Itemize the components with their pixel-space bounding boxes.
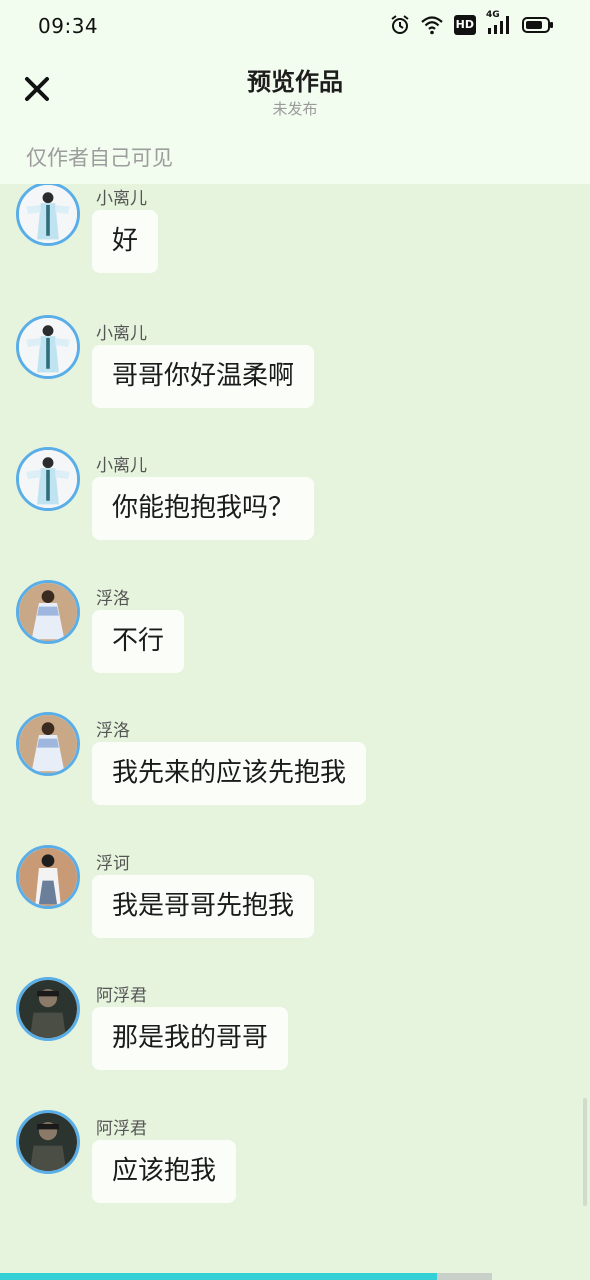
avatar[interactable] xyxy=(16,712,80,776)
avatar[interactable] xyxy=(16,845,80,909)
message-bubble[interactable]: 应该抱我 xyxy=(92,1140,237,1203)
4g-signal-icon: 4G xyxy=(486,10,512,36)
avatar[interactable] xyxy=(16,580,80,644)
status-bar: 09:34 HD 4G xyxy=(0,0,590,50)
scrollbar[interactable] xyxy=(583,1098,587,1206)
message-bubble[interactable]: 我先来的应该先抱我 xyxy=(92,742,367,805)
sender-name: 阿浮君 xyxy=(96,1119,147,1139)
message-bubble[interactable]: 哥哥你好温柔啊 xyxy=(92,345,315,408)
header: 预览作品 未发布 仅作者自己可见 xyxy=(0,50,590,184)
sender-name: 阿浮君 xyxy=(96,986,147,1006)
sender-name: 浮诃 xyxy=(96,854,130,874)
chat-list[interactable]: 小离儿 好 小离儿 哥哥你好温柔啊 小离儿 你能抱抱我吗？ 浮洛 不行 浮洛 我… xyxy=(0,184,590,1270)
avatar-image xyxy=(19,318,77,376)
avatar-image xyxy=(19,715,77,773)
sender-name: 小离儿 xyxy=(96,189,147,209)
avatar-image xyxy=(19,450,77,508)
avatar[interactable] xyxy=(16,315,80,379)
avatar-image xyxy=(19,1113,77,1171)
battery-icon xyxy=(522,17,553,33)
avatar-image xyxy=(19,848,77,906)
message-bubble[interactable]: 好 xyxy=(92,210,159,273)
avatar-image xyxy=(19,583,77,641)
avatar[interactable] xyxy=(16,447,80,511)
alarm-icon xyxy=(391,15,409,34)
avatar[interactable] xyxy=(16,977,80,1041)
visibility-note: 仅作者自己可见 xyxy=(26,146,173,170)
sender-name: 小离儿 xyxy=(96,324,147,344)
avatar[interactable] xyxy=(16,184,80,246)
sender-name: 小离儿 xyxy=(96,456,147,476)
message-bubble[interactable]: 那是我的哥哥 xyxy=(92,1007,289,1070)
status-time: 09:34 xyxy=(38,14,99,38)
message-bubble[interactable]: 不行 xyxy=(92,610,185,673)
sender-name: 浮洛 xyxy=(96,589,130,609)
progress-track xyxy=(437,1273,492,1280)
progress-bar xyxy=(0,1273,590,1280)
page-title: 预览作品 xyxy=(247,68,343,96)
publish-status: 未发布 xyxy=(272,100,318,118)
wifi-icon xyxy=(420,16,443,35)
avatar-image xyxy=(19,185,77,243)
sender-name: 浮洛 xyxy=(96,721,130,741)
message-bubble[interactable]: 我是哥哥先抱我 xyxy=(92,875,315,938)
avatar-image xyxy=(19,980,77,1038)
hd-icon: HD xyxy=(453,15,476,35)
status-icons: HD 4G xyxy=(390,10,554,36)
progress-fill xyxy=(0,1273,437,1280)
avatar[interactable] xyxy=(16,1110,80,1174)
message-bubble[interactable]: 你能抱抱我吗？ xyxy=(92,477,315,540)
